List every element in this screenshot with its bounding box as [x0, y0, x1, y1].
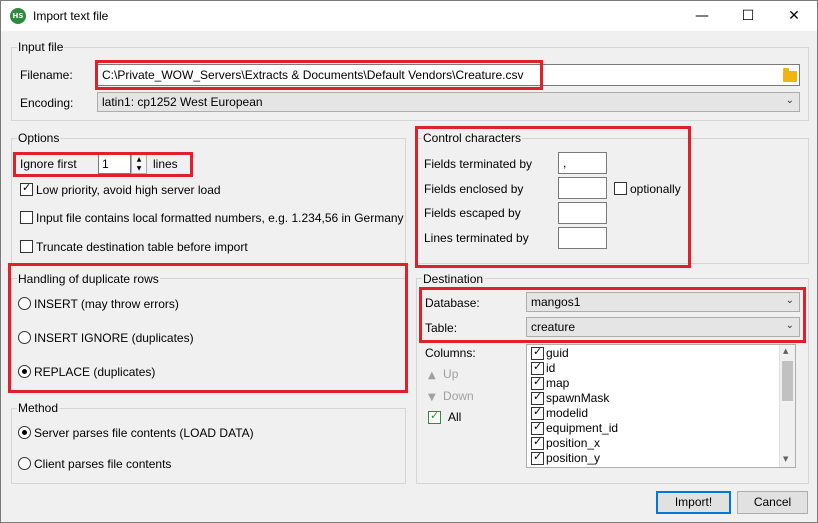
chevron-down-icon: ⌄ [785, 320, 794, 331]
column-checkbox[interactable] [531, 375, 544, 390]
column-name: equipment_id [546, 421, 619, 435]
close-button[interactable]: ✕ [771, 1, 817, 31]
column-checkbox[interactable] [531, 390, 544, 405]
ignore-first-input[interactable]: 1 [98, 154, 131, 174]
table-label: Table: [425, 321, 458, 335]
fields-terminated-label: Fields terminated by [424, 157, 533, 171]
arrow-down-icon: ▼ [428, 392, 436, 403]
truncate-checkbox[interactable] [20, 240, 33, 253]
columns-list[interactable]: guid id map spawnMask modelid equipment_… [526, 344, 796, 468]
title-bar: HS Import text file — ☐ ✕ [1, 1, 817, 31]
fields-escaped-input[interactable] [558, 202, 607, 224]
local-numbers-label: Input file contains local formatted numb… [36, 211, 404, 225]
fields-enclosed-input[interactable] [558, 177, 607, 199]
insert-ignore-radio[interactable] [18, 331, 31, 344]
down-label: Down [443, 389, 474, 403]
scrollbar-thumb[interactable] [782, 361, 793, 401]
method-group-label: Method [17, 401, 60, 415]
encoding-select[interactable]: latin1: cp1252 West European ⌄ [97, 92, 800, 112]
column-checkbox[interactable] [531, 450, 544, 465]
scroll-down-icon[interactable]: ▼ [783, 455, 788, 463]
column-name: map [546, 376, 570, 390]
spin-down-icon[interactable]: ▼ [132, 164, 146, 173]
minimize-button[interactable]: — [679, 1, 725, 31]
chevron-down-icon: ⌄ [785, 295, 794, 306]
scroll-up-icon[interactable]: ▲ [783, 347, 788, 355]
truncate-label: Truncate destination table before import [36, 240, 248, 254]
optionally-label: optionally [630, 182, 681, 196]
import-button[interactable]: Import! [656, 491, 731, 514]
column-name: guid [546, 346, 569, 360]
column-name: position_y [546, 451, 601, 465]
down-button[interactable]: ▼ Down [428, 389, 474, 403]
all-columns-label: All [448, 410, 462, 424]
fields-terminated-input[interactable]: , [558, 152, 607, 174]
column-name: modelid [546, 406, 589, 420]
low-priority-checkbox[interactable] [20, 181, 33, 196]
insert-radio[interactable] [18, 297, 31, 310]
duplicates-group-label: Handling of duplicate rows [17, 272, 160, 286]
all-columns-checkbox[interactable] [428, 409, 441, 424]
column-checkbox[interactable] [531, 345, 544, 360]
column-checkbox[interactable] [531, 360, 544, 375]
ignore-first-spinner[interactable]: ▲ ▼ [131, 154, 147, 174]
arrow-up-icon: ▲ [428, 370, 436, 381]
insert-label: INSERT (may throw errors) [34, 297, 179, 311]
window-title: Import text file [33, 9, 109, 23]
database-label: Database: [425, 296, 480, 310]
column-name: position_x [546, 436, 601, 450]
options-group-label: Options [17, 131, 61, 145]
column-checkbox[interactable] [531, 420, 544, 435]
up-label: Up [443, 367, 459, 381]
chevron-down-icon: ⌄ [785, 95, 794, 106]
fields-enclosed-label: Fields enclosed by [424, 182, 524, 196]
ignore-first-label: Ignore first [20, 157, 77, 171]
encoding-value: latin1: cp1252 West European [102, 95, 263, 109]
destination-group-label: Destination [422, 272, 485, 286]
insert-ignore-label: INSERT IGNORE (duplicates) [34, 331, 194, 345]
lines-terminated-input[interactable] [558, 227, 607, 249]
client-parse-label: Client parses file contents [34, 457, 172, 471]
client-parse-radio[interactable] [18, 457, 31, 470]
column-name: id [546, 361, 556, 375]
app-logo-icon: HS [10, 8, 26, 24]
column-name: spawnMask [546, 391, 610, 405]
server-parse-radio[interactable] [18, 426, 31, 439]
filename-input[interactable]: C:\Private_WOW_Servers\Extracts & Docume… [97, 64, 800, 86]
replace-label: REPLACE (duplicates) [34, 365, 156, 379]
up-button[interactable]: ▲ Up [428, 367, 458, 381]
columns-scrollbar[interactable]: ▲ ▼ [779, 345, 795, 467]
lines-label: lines [153, 157, 178, 171]
table-select[interactable]: creature ⌄ [526, 317, 800, 337]
server-parse-label: Server parses file contents (LOAD DATA) [34, 426, 254, 440]
control-chars-group-label: Control characters [422, 131, 523, 145]
column-checkbox[interactable] [531, 405, 544, 420]
encoding-label: Encoding: [20, 96, 74, 110]
input-file-group-label: Input file [17, 40, 65, 54]
low-priority-label: Low priority, avoid high server load [36, 183, 221, 197]
cancel-button[interactable]: Cancel [737, 491, 808, 514]
spin-up-icon[interactable]: ▲ [132, 155, 146, 164]
lines-terminated-label: Lines terminated by [424, 231, 529, 245]
method-group [11, 408, 406, 484]
fields-escaped-label: Fields escaped by [424, 206, 521, 220]
column-checkbox[interactable] [531, 435, 544, 450]
local-numbers-checkbox[interactable] [20, 211, 33, 224]
database-select[interactable]: mangos1 ⌄ [526, 292, 800, 312]
filename-label: Filename: [20, 68, 73, 82]
database-value: mangos1 [531, 295, 581, 309]
columns-label: Columns: [425, 346, 476, 360]
replace-radio[interactable] [18, 365, 31, 378]
import-dialog: HS Import text file — ☐ ✕ Input file Fil… [0, 0, 818, 523]
optionally-checkbox[interactable] [614, 182, 627, 195]
folder-icon[interactable] [783, 68, 797, 82]
table-value: creature [531, 320, 576, 334]
maximize-button[interactable]: ☐ [725, 1, 771, 31]
